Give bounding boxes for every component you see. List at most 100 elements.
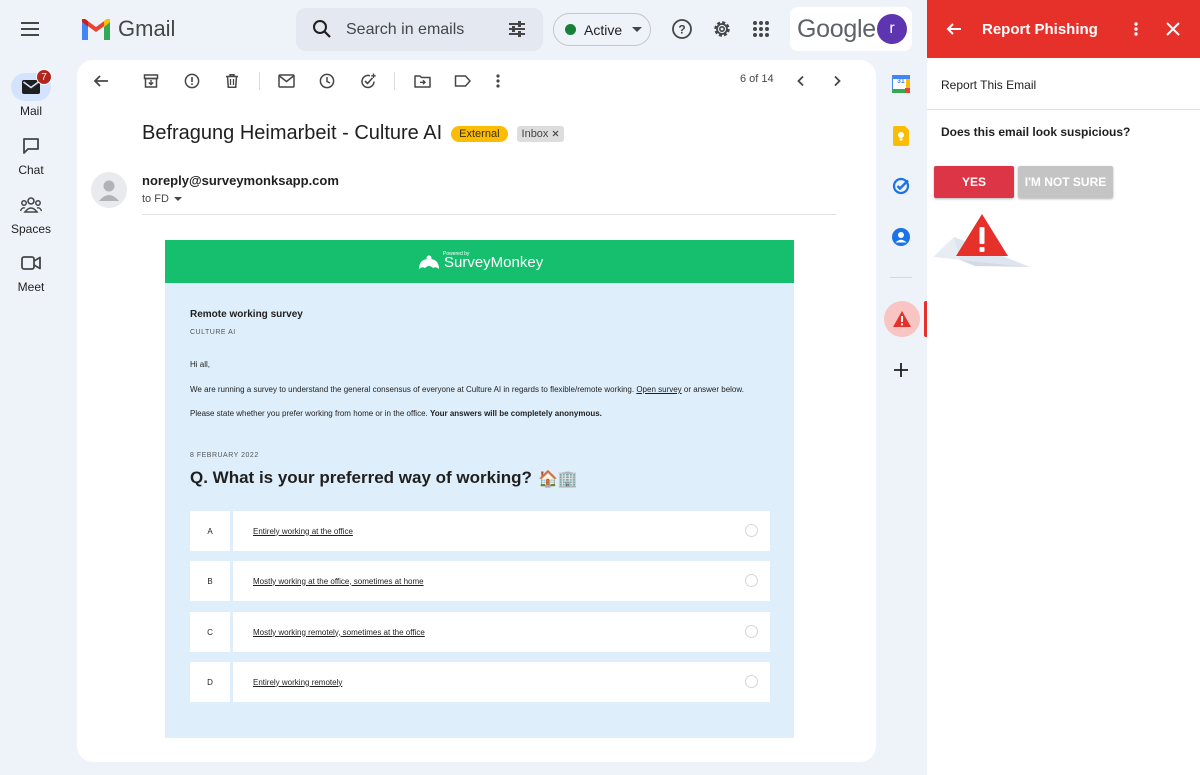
keep-app-icon[interactable] [890,125,912,147]
help-icon[interactable]: ? [669,16,695,42]
search-input[interactable] [346,18,496,42]
gmail-logo[interactable]: Gmail [82,16,175,42]
inbox-label[interactable]: Inbox [516,125,565,142]
option-text[interactable]: Mostly working remotely, sometimes at th… [233,612,770,652]
answer-option-b[interactable]: B Mostly working at the office, sometime… [190,561,770,601]
avatar[interactable]: r [877,14,907,44]
svg-text:?: ? [678,23,685,37]
panel-header: Report Phishing [927,0,1200,58]
survey-date: 8 FEBRUARY 2022 [190,452,259,459]
intro-text-pre: We are running a survey to understand th… [190,385,637,394]
nav-chat-pill [11,132,51,160]
intro-text-post: or answer below. [681,385,744,394]
yes-button[interactable]: YES [934,166,1014,198]
option-letter: D [190,662,230,702]
not-sure-button[interactable]: I'M NOT SURE [1018,166,1113,198]
sender-avatar[interactable] [91,172,127,208]
option-text[interactable]: Mostly working at the office, sometimes … [233,561,770,601]
account-switcher[interactable]: Google r [790,7,912,51]
nav-item-mail[interactable]: 7 Mail [0,69,62,118]
survey-question: Q. What is your preferred way of working… [190,468,578,488]
answer-option-c[interactable]: C Mostly working remotely, sometimes at … [190,612,770,652]
anonymity-bold-text: Your answers will be completely anonymou… [429,409,602,418]
status-selector[interactable]: Active [553,13,651,46]
google-logo: Google [797,14,876,43]
archive-icon[interactable] [140,70,162,92]
sender-address[interactable]: noreply@surveymonksapp.com [142,173,339,188]
header-divider [142,214,836,215]
chevron-left-icon[interactable] [790,70,812,92]
label-icon[interactable] [451,70,473,92]
option-text[interactable]: Entirely working remotely [233,662,770,702]
pagination-count: 6 of 14 [740,73,774,85]
question-text: Q. What is your preferred way of working… [190,468,532,487]
survey-org: CULTURE AI [190,329,236,336]
option-letter: A [190,511,230,551]
intro-paragraph: We are running a survey to understand th… [190,385,744,394]
close-icon[interactable] [552,130,559,137]
nav-item-spaces[interactable]: Spaces [0,191,62,236]
surveymonkey-header: Powered by SurveyMonkey [165,240,794,283]
report-spam-icon[interactable] [181,70,203,92]
open-survey-link[interactable]: Open survey [636,385,681,394]
toolbar-divider [394,72,395,90]
panel-divider [927,109,1200,110]
anonymity-paragraph: Please state whether you prefer working … [190,409,602,418]
phishing-warning-illustration-icon [933,214,1030,267]
nav-spaces-label: Spaces [10,222,52,236]
nav-chat-label: Chat [18,163,44,177]
warning-triangle-icon [893,311,911,327]
settings-gear-icon[interactable] [709,16,735,42]
option-radio[interactable] [745,675,758,688]
top-bar: Gmail Active ? Google r [0,0,927,60]
email-body: Powered by SurveyMonkey Remote working s… [165,240,794,738]
option-radio[interactable] [745,524,758,537]
nav-item-meet[interactable]: Meet [0,249,62,294]
toolbar-divider [259,72,260,90]
back-arrow-icon[interactable] [943,18,965,40]
tasks-app-icon[interactable] [890,175,912,197]
calendar-app-icon[interactable]: 31 [890,73,912,95]
delete-icon[interactable] [221,70,243,92]
more-vert-icon[interactable] [487,70,509,92]
recipient-row[interactable]: to FD [142,193,182,205]
inbox-label-text: Inbox [521,127,549,140]
more-vert-icon[interactable] [1125,18,1147,40]
panel-subtitle: Report This Email [941,78,1037,92]
snooze-clock-icon[interactable] [316,70,338,92]
search-bar[interactable] [296,8,543,51]
apps-grid-icon[interactable] [748,16,774,42]
answer-option-d[interactable]: D Entirely working remotely [190,662,770,702]
search-options-icon[interactable] [507,19,527,39]
main-menu-button[interactable] [14,12,48,46]
status-label: Active [584,21,623,38]
option-text[interactable]: Entirely working at the office [233,511,770,551]
message-toolbar: 6 of 14 [77,60,876,100]
surveymonkey-brand: SurveyMonkey [444,254,544,271]
add-to-tasks-icon[interactable] [357,70,379,92]
contacts-app-icon[interactable] [890,226,912,248]
hamburger-icon [21,22,39,36]
option-letter: B [190,561,230,601]
chevron-right-icon[interactable] [826,70,848,92]
move-to-icon[interactable] [411,70,433,92]
email-subject: Befragung Heimarbeit - Culture AI [142,122,443,144]
back-arrow-icon[interactable] [90,70,112,92]
gmail-m-icon [82,18,110,40]
spaces-icon [20,197,42,213]
status-dot [565,24,576,35]
close-icon[interactable] [1162,18,1184,40]
option-radio[interactable] [745,625,758,638]
greeting-text: Hi all, [190,360,211,369]
add-addon-plus-icon[interactable] [890,359,912,381]
phishing-addon-button[interactable] [884,301,920,337]
answer-option-a[interactable]: A Entirely working at the office [190,511,770,551]
nav-meet-label: Meet [17,280,45,294]
option-radio[interactable] [745,574,758,587]
meet-icon [21,256,41,270]
search-icon[interactable] [312,19,332,39]
nav-item-chat[interactable]: Chat [0,132,62,177]
mark-unread-icon[interactable] [275,70,297,92]
strip-divider [890,277,912,278]
suspicious-question: Does this email look suspicious? [941,125,1131,139]
